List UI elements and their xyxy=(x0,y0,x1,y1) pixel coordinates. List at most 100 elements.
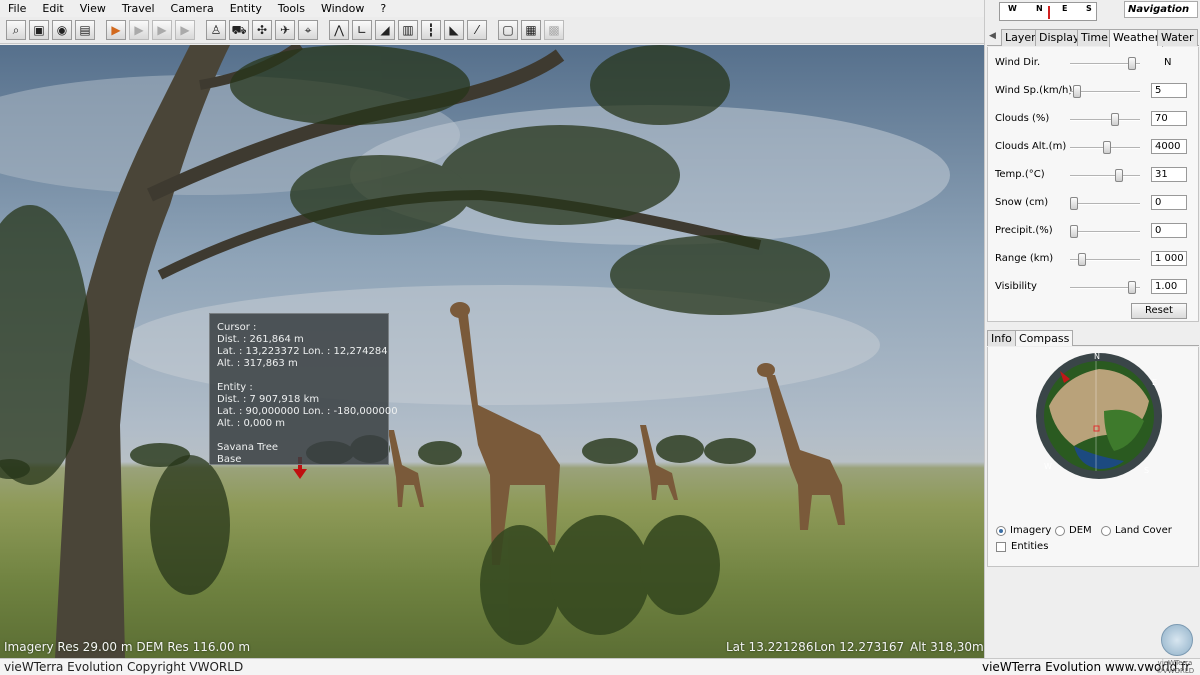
reset-button[interactable]: Reset xyxy=(1131,303,1187,319)
compass-strip-w: W xyxy=(1008,4,1017,13)
imagery-radio-dot[interactable] xyxy=(996,525,1006,536)
video-camera-icon[interactable]: ▶ xyxy=(106,20,126,40)
temp-c-value[interactable]: 31 xyxy=(1151,167,1187,182)
camera-scan-icon[interactable]: ⌕ xyxy=(6,20,26,40)
tab-time[interactable]: Time xyxy=(1077,29,1112,46)
compass-n-label: N xyxy=(1094,352,1100,361)
tab-water[interactable]: Water xyxy=(1157,29,1198,46)
menu-camera[interactable]: Camera xyxy=(163,0,222,17)
menu-entity[interactable]: Entity xyxy=(222,0,270,17)
longitude-readout: Lon 12.273167 xyxy=(814,640,905,654)
tab-compass[interactable]: Compass xyxy=(1015,330,1074,346)
menu-view[interactable]: View xyxy=(72,0,114,17)
range-km-slider-thumb[interactable] xyxy=(1078,253,1087,266)
globe-compass[interactable]: N E S W xyxy=(1034,351,1164,481)
satellite-icon[interactable]: ⌖ xyxy=(298,20,318,40)
savanna-scene xyxy=(0,45,950,658)
menu-window[interactable]: Window xyxy=(313,0,372,17)
wind-sp-km-h-slider[interactable] xyxy=(1070,85,1140,98)
camera-icon[interactable]: ◉ xyxy=(52,20,72,40)
3d-viewport[interactable]: Cursor : Dist. : 261,864 m Lat. : 13,223… xyxy=(0,45,984,658)
tab-info[interactable]: Info xyxy=(987,330,1016,346)
dem-radio-dot[interactable] xyxy=(1055,525,1065,536)
precipit-slider[interactable] xyxy=(1070,225,1140,238)
navigation-mode-select[interactable]: Navigation xyxy=(1124,1,1198,18)
clouds-alt-m-label: Clouds Alt.(m) xyxy=(995,141,1067,152)
entities-checkbox-row[interactable]: Entities xyxy=(996,541,1048,552)
clouds-slider-thumb[interactable] xyxy=(1110,113,1119,126)
slope-tool-icon[interactable]: ◣ xyxy=(444,20,464,40)
car-icon[interactable]: ⛟ xyxy=(229,20,249,40)
menu-edit[interactable]: Edit xyxy=(34,0,71,17)
walker-icon[interactable]: ♙ xyxy=(206,20,226,40)
angle-tool-icon[interactable]: ∟ xyxy=(352,20,372,40)
helicopter-icon[interactable]: ✣ xyxy=(252,20,272,40)
temp-c-slider-thumb[interactable] xyxy=(1115,169,1124,182)
ruler-icon[interactable]: ▥ xyxy=(398,20,418,40)
terrain-profile-icon[interactable]: ◢ xyxy=(375,20,395,40)
compass-strip-s: S xyxy=(1086,4,1092,13)
clouds-value[interactable]: 70 xyxy=(1151,111,1187,126)
camera-photo-icon[interactable]: ▣ xyxy=(29,20,49,40)
range-km-value[interactable]: 1 000 xyxy=(1151,251,1187,266)
cursor-title: Cursor : xyxy=(217,322,257,333)
temp-c-slider[interactable] xyxy=(1070,169,1140,182)
compass-panel: N E S W Imagery DEM Land Cover Entities xyxy=(987,347,1199,567)
wind-sp-km-h-slider-thumb[interactable] xyxy=(1073,85,1082,98)
visibility-slider-thumb[interactable] xyxy=(1127,281,1136,294)
land-cover-radio-dot[interactable] xyxy=(1101,525,1111,536)
video-camera-icon[interactable]: ▶ xyxy=(129,20,149,40)
menu-tools[interactable]: Tools xyxy=(270,0,313,17)
clouds-alt-m-value[interactable]: 4000 xyxy=(1151,139,1187,154)
measure-line-icon[interactable]: ⁄ xyxy=(467,20,487,40)
visibility-value[interactable]: 1.00 xyxy=(1151,279,1187,294)
video-camera-icon[interactable]: ▶ xyxy=(152,20,172,40)
video-camera-icon[interactable]: ▶ xyxy=(175,20,195,40)
snow-cm-slider[interactable] xyxy=(1070,197,1140,210)
compass-tool-icon[interactable]: ⋀ xyxy=(329,20,349,40)
wind-sp-km-h-value[interactable]: 5 xyxy=(1151,83,1187,98)
menu-help[interactable]: ? xyxy=(372,0,394,17)
clouds-alt-m-slider[interactable] xyxy=(1070,141,1140,154)
tab-layer[interactable]: Layer xyxy=(1001,29,1040,46)
dem-radio[interactable]: DEM xyxy=(1055,525,1092,536)
land-cover-radio[interactable]: Land Cover xyxy=(1101,525,1172,536)
compass-w-label: W xyxy=(1044,462,1052,471)
window-split-icon[interactable]: ▦ xyxy=(521,20,541,40)
entities-checkbox[interactable] xyxy=(996,541,1006,552)
wind-dir-label: Wind Dir. xyxy=(995,57,1041,68)
imagery-radio[interactable]: Imagery xyxy=(996,525,1051,536)
heading-compass-strip: W N E S xyxy=(999,2,1097,21)
range-km-slider[interactable] xyxy=(1070,253,1140,266)
entity-altitude: Alt. : 0,000 m xyxy=(217,418,285,429)
tab-weather[interactable]: Weather xyxy=(1109,29,1164,47)
visibility-label: Visibility xyxy=(995,281,1037,292)
wind-sp-km-h-label: Wind Sp.(km/h) xyxy=(995,85,1073,96)
snow-cm-label: Snow (cm) xyxy=(995,197,1049,208)
clouds-slider[interactable] xyxy=(1070,113,1140,126)
compass-strip-e: E xyxy=(1062,4,1068,13)
tab-scroll-left-icon[interactable]: ◀ xyxy=(989,31,996,41)
window-icon[interactable]: ▢ xyxy=(498,20,518,40)
wind-dir-slider-thumb[interactable] xyxy=(1127,57,1136,70)
visibility-slider[interactable] xyxy=(1070,281,1140,294)
toolbar: ⌕ ▣ ◉ ▤ ▶ ▶ ▶ ▶ ♙ ⛟ ✣ ✈ ⌖ ⋀ ∟ ◢ ▥ ┇ ◣ ⁄ ▢ ▦ ▩ xyxy=(0,17,984,44)
latitude-readout: Lat 13.221286 xyxy=(726,640,814,654)
menu-file[interactable]: File xyxy=(0,0,34,17)
height-tool-icon[interactable]: ┇ xyxy=(421,20,441,40)
clouds-label: Clouds (%) xyxy=(995,113,1050,124)
entity-title: Entity : xyxy=(217,382,253,393)
status-bar: vieWTerra Evolution Copyright VWORLD vie… xyxy=(0,658,1200,675)
precipit-value[interactable]: 0 xyxy=(1151,223,1187,238)
clouds-alt-m-slider-thumb[interactable] xyxy=(1102,141,1111,154)
precipit-label: Precipit.(%) xyxy=(995,225,1053,236)
snow-cm-value[interactable]: 0 xyxy=(1151,195,1187,210)
snow-cm-slider-thumb[interactable] xyxy=(1070,197,1078,210)
airplane-icon[interactable]: ✈ xyxy=(275,20,295,40)
menu-travel[interactable]: Travel xyxy=(114,0,163,17)
wind-dir-slider[interactable] xyxy=(1070,57,1140,70)
film-icon[interactable]: ▤ xyxy=(75,20,95,40)
settings-tab-bar: ◀ ▶ LayerDisplayTimeWeatherWater xyxy=(987,29,1199,47)
window-grid-icon[interactable]: ▩ xyxy=(544,20,564,40)
precipit-slider-thumb[interactable] xyxy=(1070,225,1078,238)
